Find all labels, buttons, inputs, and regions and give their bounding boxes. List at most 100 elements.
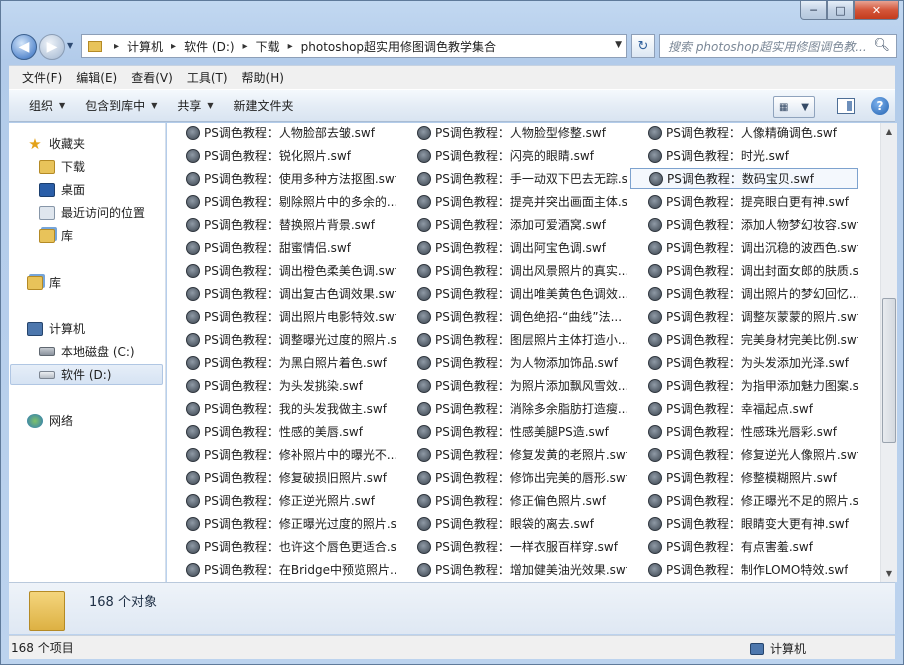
file-item[interactable]: PS调色教程：为头发挑染.swf — [168, 375, 396, 396]
file-item[interactable]: PS调色教程：修补照片中的曝光不... — [168, 444, 396, 465]
menu-view[interactable]: 查看(V) — [124, 69, 180, 86]
file-item[interactable]: PS调色教程：为指甲添加魅力图案.s... — [630, 375, 858, 396]
file-item[interactable]: PS调色教程：完美身材完美比例.swf — [630, 329, 858, 350]
file-item[interactable]: PS调色教程：提亮眼白更有神.swf — [630, 191, 858, 212]
file-item[interactable]: PS调色教程：眼睛变大更有神.swf — [630, 513, 858, 534]
forward-button[interactable]: ▶ — [39, 34, 65, 60]
file-item[interactable]: PS调色教程：剔除照片中的多余的... — [168, 191, 396, 212]
file-item[interactable]: PS调色教程：调出照片的梦幻回忆... — [630, 283, 858, 304]
help-button[interactable]: ? — [871, 97, 889, 115]
file-item[interactable]: PS调色教程：添加人物梦幻妆容.swf — [630, 214, 858, 235]
file-item[interactable]: PS调色教程：性感的美唇.swf — [168, 421, 396, 442]
file-item[interactable]: PS调色教程：为头发添加光泽.swf — [630, 352, 858, 373]
file-item[interactable]: PS调色教程：使用多种方法抠图.swf — [168, 168, 396, 189]
file-item[interactable]: PS调色教程：调出橙色柔美色调.swf — [168, 260, 396, 281]
file-item[interactable]: PS调色教程：消除多余脂肪打造瘦... — [399, 398, 627, 419]
minimize-button[interactable]: ─ — [800, 1, 827, 20]
breadcrumb-computer[interactable]: 计算机 — [127, 38, 163, 55]
menu-help[interactable]: 帮助(H) — [235, 69, 291, 86]
file-item[interactable]: PS调色教程：性感美腿PS造.swf — [399, 421, 627, 442]
file-item[interactable]: PS调色教程：数码宝贝.swf — [630, 168, 858, 189]
file-item[interactable]: PS调色教程：为黑白照片着色.swf — [168, 352, 396, 373]
file-item[interactable]: PS调色教程：一样衣服百样穿.swf — [399, 536, 627, 557]
file-item[interactable]: PS调色教程：调出复古色调效果.swf — [168, 283, 396, 304]
file-item[interactable]: PS调色教程：我的头发我做主.swf — [168, 398, 396, 419]
file-item[interactable]: PS调色教程：修正曝光不足的照片.s... — [630, 490, 858, 511]
file-item[interactable]: PS调色教程：调色绝招-“曲线”法... — [399, 306, 627, 327]
share-button[interactable]: 共享 ▼ — [167, 97, 223, 114]
file-item[interactable]: PS调色教程：也许这个唇色更适合.s... — [168, 536, 396, 557]
file-item[interactable]: PS调色教程：修复发黄的老照片.swf — [399, 444, 627, 465]
file-item[interactable]: PS调色教程：调出风景照片的真实... — [399, 260, 627, 281]
scroll-up-button[interactable]: ▲ — [881, 123, 897, 140]
sidebar-item-downloads[interactable]: 下载 — [39, 156, 85, 177]
file-item[interactable]: PS调色教程：修复逆光人像照片.swf — [630, 444, 858, 465]
file-item[interactable]: PS调色教程：调整曝光过度的照片.s... — [168, 329, 396, 350]
sidebar-item-drive-d[interactable]: 软件 (D:) — [10, 364, 163, 385]
chevron-down-icon[interactable]: ▼ — [801, 102, 809, 113]
file-item[interactable]: PS调色教程：锐化照片.swf — [168, 145, 396, 166]
file-item[interactable]: PS调色教程：调出阿宝色调.swf — [399, 237, 627, 258]
sidebar-item-network[interactable]: 网络 — [27, 410, 73, 431]
back-button[interactable]: ◀ — [11, 34, 37, 60]
organize-button[interactable]: 组织 ▼ — [19, 97, 75, 114]
file-item[interactable]: PS调色教程：人物脸型修整.swf — [399, 123, 627, 143]
search-icon[interactable]: 🔍︎ — [873, 38, 890, 53]
file-item[interactable]: PS调色教程：甜蜜情侣.swf — [168, 237, 396, 258]
file-item[interactable]: PS调色教程：在Bridge中预览照片.... — [168, 559, 396, 580]
address-bar[interactable]: ▸ 计算机 ▸ 软件 (D:) ▸ 下载 ▸ photoshop超实用修图调色教… — [81, 34, 627, 58]
search-input[interactable]: 搜索 photoshop超实用修图调色教... 🔍︎ — [659, 34, 897, 58]
file-item[interactable]: PS调色教程：图层照片主体打造小... — [399, 329, 627, 350]
file-item[interactable]: PS调色教程：闪亮的眼睛.swf — [399, 145, 627, 166]
file-item[interactable]: PS调色教程：有点害羞.swf — [630, 536, 858, 557]
sidebar-item-favorites[interactable]: ★ 收藏夹 — [27, 133, 85, 154]
file-item[interactable]: PS调色教程：修复破损旧照片.swf — [168, 467, 396, 488]
file-item[interactable]: PS调色教程：修正偏色照片.swf — [399, 490, 627, 511]
sidebar-item-desktop[interactable]: 桌面 — [39, 179, 85, 200]
file-item[interactable]: PS调色教程：为人物添加饰品.swf — [399, 352, 627, 373]
file-item[interactable]: PS调色教程：修正曝光过度的照片.s... — [168, 513, 396, 534]
file-item[interactable]: PS调色教程：眼袋的离去.swf — [399, 513, 627, 534]
file-item[interactable]: PS调色教程：调出照片电影特效.swf — [168, 306, 396, 327]
file-item[interactable]: PS调色教程：调出封面女郎的肤质.s... — [630, 260, 858, 281]
close-button[interactable]: ✕ — [854, 1, 899, 20]
file-item[interactable]: PS调色教程：修整模糊照片.swf — [630, 467, 858, 488]
file-item[interactable]: PS调色教程：提亮并突出画面主体.s... — [399, 191, 627, 212]
vertical-scrollbar[interactable]: ▲ ▼ — [880, 123, 897, 582]
file-item[interactable]: PS调色教程：人像精确调色.swf — [630, 123, 858, 143]
file-item[interactable]: PS调色教程：修正逆光照片.swf — [168, 490, 396, 511]
sidebar-item-computer[interactable]: 计算机 — [27, 318, 85, 339]
sidebar-item-drive-c[interactable]: 本地磁盘 (C:) — [39, 341, 135, 362]
menu-tools[interactable]: 工具(T) — [180, 69, 235, 86]
new-folder-button[interactable]: 新建文件夹 — [224, 97, 304, 114]
breadcrumb-downloads[interactable]: 下载 — [256, 38, 280, 55]
breadcrumb-current-folder[interactable]: photoshop超实用修图调色教学集合 — [301, 38, 496, 55]
file-item[interactable]: PS调色教程：制作LOMO特效.swf — [630, 559, 858, 580]
menu-file[interactable]: 文件(F) — [15, 69, 69, 86]
recent-pages-dropdown[interactable]: ▼ — [67, 41, 73, 50]
file-item[interactable]: PS调色教程：手一动双下巴去无踪.s... — [399, 168, 627, 189]
chevron-right-icon[interactable]: ▸ — [288, 41, 293, 52]
file-item[interactable]: PS调色教程：添加可爱酒窝.swf — [399, 214, 627, 235]
sidebar-item-libraries[interactable]: 库 — [27, 272, 61, 293]
scroll-thumb[interactable] — [882, 298, 896, 443]
include-in-library-button[interactable]: 包含到库中 ▼ — [75, 97, 167, 114]
file-item[interactable]: PS调色教程：幸福起点.swf — [630, 398, 858, 419]
sidebar-item-recent-places[interactable]: 最近访问的位置 — [39, 202, 145, 223]
chevron-right-icon[interactable]: ▸ — [114, 41, 119, 52]
scroll-down-button[interactable]: ▼ — [881, 565, 897, 582]
file-item[interactable]: PS调色教程：调出唯美黄色色调效... — [399, 283, 627, 304]
file-item[interactable]: PS调色教程：调整灰蒙蒙的照片.swf — [630, 306, 858, 327]
file-item[interactable]: PS调色教程：为照片添加飘风雪效... — [399, 375, 627, 396]
maximize-button[interactable]: □ — [827, 1, 854, 20]
file-item[interactable]: PS调色教程：性感珠光唇彩.swf — [630, 421, 858, 442]
file-item[interactable]: PS调色教程：调出沉稳的波西色.swf — [630, 237, 858, 258]
file-item[interactable]: PS调色教程：替换照片背景.swf — [168, 214, 396, 235]
change-view-button[interactable]: ▦ ▼ — [773, 96, 815, 118]
chevron-right-icon[interactable]: ▸ — [171, 41, 176, 52]
preview-pane-button[interactable] — [837, 98, 855, 114]
sidebar-item-library-favorite[interactable]: 库 — [39, 225, 73, 246]
file-item[interactable]: PS调色教程：时光.swf — [630, 145, 858, 166]
menu-edit[interactable]: 编辑(E) — [69, 69, 124, 86]
file-item[interactable]: PS调色教程：人物脸部去皱.swf — [168, 123, 396, 143]
